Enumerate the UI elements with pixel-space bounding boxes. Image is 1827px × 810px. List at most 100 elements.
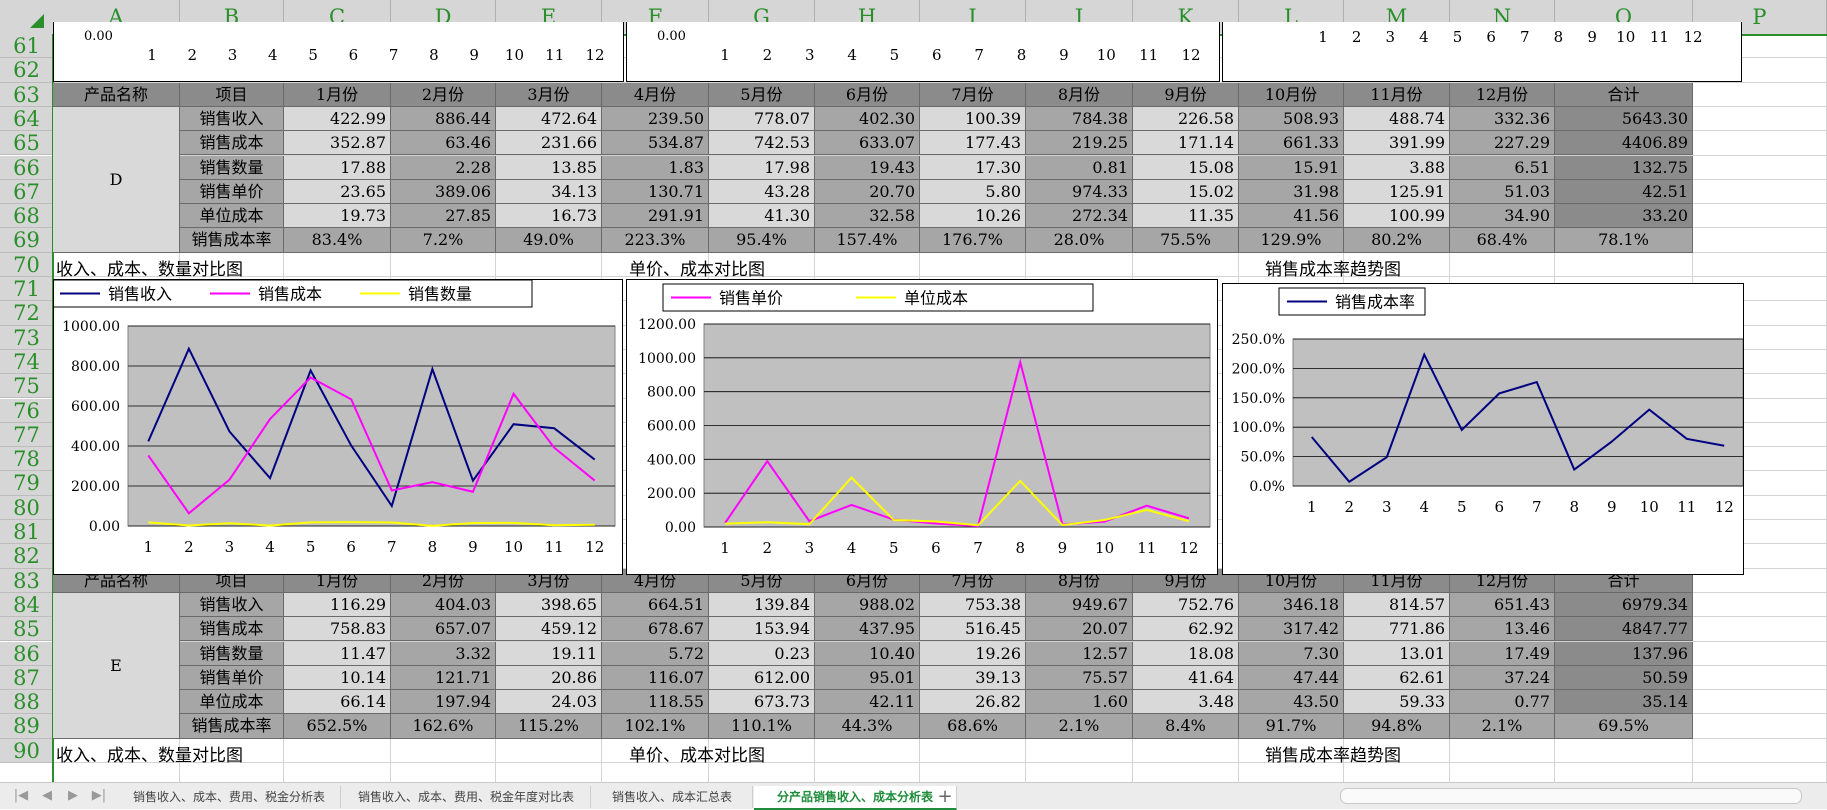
item-label-cell[interactable]: 单位成本 (180, 690, 284, 715)
row-header-74[interactable]: 74 (0, 349, 53, 375)
value-cell[interactable]: 2.28 (391, 155, 496, 180)
value-cell[interactable]: 121.71 (391, 665, 496, 691)
value-cell[interactable]: 657.07 (391, 617, 496, 642)
value-cell[interactable]: 633.07 (815, 131, 920, 156)
table-header-cell[interactable]: 11月份 (1344, 82, 1450, 107)
value-cell[interactable]: 19.26 (920, 641, 1026, 666)
value-cell[interactable]: 12.57 (1026, 641, 1133, 666)
value-cell[interactable]: 0.77 (1450, 690, 1555, 715)
row-header-76[interactable]: 76 (0, 398, 53, 423)
value-cell[interactable]: 3.32 (391, 641, 496, 666)
total-cell[interactable]: 35.14 (1555, 690, 1693, 715)
value-cell[interactable]: 100.99 (1344, 204, 1450, 229)
value-cell[interactable]: 437.95 (815, 617, 920, 642)
value-cell[interactable]: 91.7% (1239, 714, 1344, 739)
value-cell[interactable]: 17.30 (920, 155, 1026, 180)
row-header-89[interactable]: 89 (0, 714, 53, 739)
value-cell[interactable]: 13.46 (1450, 617, 1555, 642)
table-header-cell[interactable]: 9月份 (1133, 82, 1239, 107)
row-header-81[interactable]: 81 (0, 520, 53, 545)
row-header-77[interactable]: 77 (0, 422, 53, 448)
row-header-66[interactable]: 66 (0, 155, 53, 180)
value-cell[interactable]: 34.90 (1450, 204, 1555, 229)
value-cell[interactable]: 16.73 (496, 204, 602, 229)
row-header-79[interactable]: 79 (0, 471, 53, 496)
last-sheet-icon[interactable]: ▶| (88, 786, 110, 806)
row-header-61[interactable]: 61 (0, 34, 53, 59)
value-cell[interactable]: 3.48 (1133, 690, 1239, 715)
value-cell[interactable]: 100.39 (920, 106, 1026, 132)
table-header-cell[interactable]: 6月份 (815, 82, 920, 107)
total-cell[interactable]: 69.5% (1555, 714, 1693, 739)
value-cell[interactable]: 223.3% (602, 228, 709, 253)
total-cell[interactable]: 137.96 (1555, 641, 1693, 666)
value-cell[interactable]: 974.33 (1026, 179, 1133, 205)
value-cell[interactable]: 44.3% (815, 714, 920, 739)
value-cell[interactable]: 886.44 (391, 106, 496, 132)
item-label-cell[interactable]: 销售数量 (180, 155, 284, 180)
value-cell[interactable]: 391.99 (1344, 131, 1450, 156)
value-cell[interactable]: 352.87 (284, 131, 391, 156)
value-cell[interactable]: 171.14 (1133, 131, 1239, 156)
value-cell[interactable]: 139.84 (709, 592, 815, 618)
value-cell[interactable]: 13.01 (1344, 641, 1450, 666)
row-header-72[interactable]: 72 (0, 301, 53, 326)
value-cell[interactable]: 68.6% (920, 714, 1026, 739)
value-cell[interactable]: 0.81 (1026, 155, 1133, 180)
value-cell[interactable]: 784.38 (1026, 106, 1133, 132)
value-cell[interactable]: 389.06 (391, 179, 496, 205)
total-cell[interactable]: 5643.30 (1555, 106, 1693, 132)
value-cell[interactable]: 15.08 (1133, 155, 1239, 180)
value-cell[interactable]: 80.2% (1344, 228, 1450, 253)
value-cell[interactable]: 115.2% (496, 714, 602, 739)
value-cell[interactable]: 673.73 (709, 690, 815, 715)
value-cell[interactable]: 31.98 (1239, 179, 1344, 205)
value-cell[interactable]: 20.07 (1026, 617, 1133, 642)
row-header-70[interactable]: 70 (0, 252, 53, 277)
value-cell[interactable]: 332.36 (1450, 106, 1555, 132)
table-header-cell[interactable]: 3月份 (496, 82, 602, 107)
value-cell[interactable]: 59.33 (1344, 690, 1450, 715)
value-cell[interactable]: 778.07 (709, 106, 815, 132)
total-cell[interactable]: 6979.34 (1555, 592, 1693, 618)
row-header-87[interactable]: 87 (0, 665, 53, 691)
row-header-62[interactable]: 62 (0, 58, 53, 83)
value-cell[interactable]: 47.44 (1239, 665, 1344, 691)
table-header-cell[interactable]: 5月份 (709, 82, 815, 107)
item-label-cell[interactable]: 销售收入 (180, 106, 284, 132)
value-cell[interactable]: 157.4% (815, 228, 920, 253)
value-cell[interactable]: 62.61 (1344, 665, 1450, 691)
sheet-tab[interactable]: 销售收入、成本、费用、税金分析表 (118, 786, 341, 808)
value-cell[interactable]: 153.94 (709, 617, 815, 642)
table-header-cell[interactable]: 7月份 (920, 82, 1026, 107)
value-cell[interactable]: 226.58 (1133, 106, 1239, 132)
row-header-85[interactable]: 85 (0, 617, 53, 642)
item-label-cell[interactable]: 销售数量 (180, 641, 284, 666)
value-cell[interactable]: 988.02 (815, 592, 920, 618)
value-cell[interactable]: 18.08 (1133, 641, 1239, 666)
value-cell[interactable]: 752.76 (1133, 592, 1239, 618)
value-cell[interactable]: 6.51 (1450, 155, 1555, 180)
item-label-cell[interactable]: 销售收入 (180, 592, 284, 618)
value-cell[interactable]: 651.43 (1450, 592, 1555, 618)
value-cell[interactable]: 516.45 (920, 617, 1026, 642)
table-header-cell[interactable]: 项目 (180, 82, 284, 107)
horizontal-scrollbar[interactable] (1340, 788, 1802, 804)
value-cell[interactable]: 197.94 (391, 690, 496, 715)
value-cell[interactable]: 272.34 (1026, 204, 1133, 229)
value-cell[interactable]: 402.30 (815, 106, 920, 132)
table-header-cell[interactable]: 2月份 (391, 82, 496, 107)
product-name-cell[interactable]: D (53, 106, 180, 253)
row-header-75[interactable]: 75 (0, 374, 53, 399)
value-cell[interactable]: 116.07 (602, 665, 709, 691)
value-cell[interactable]: 130.71 (602, 179, 709, 205)
value-cell[interactable]: 20.70 (815, 179, 920, 205)
value-cell[interactable]: 63.46 (391, 131, 496, 156)
value-cell[interactable]: 118.55 (602, 690, 709, 715)
value-cell[interactable]: 110.1% (709, 714, 815, 739)
value-cell[interactable]: 177.43 (920, 131, 1026, 156)
row-header-82[interactable]: 82 (0, 544, 53, 569)
row-header-67[interactable]: 67 (0, 179, 53, 205)
row-header-83[interactable]: 83 (0, 568, 53, 593)
value-cell[interactable]: 346.18 (1239, 592, 1344, 618)
